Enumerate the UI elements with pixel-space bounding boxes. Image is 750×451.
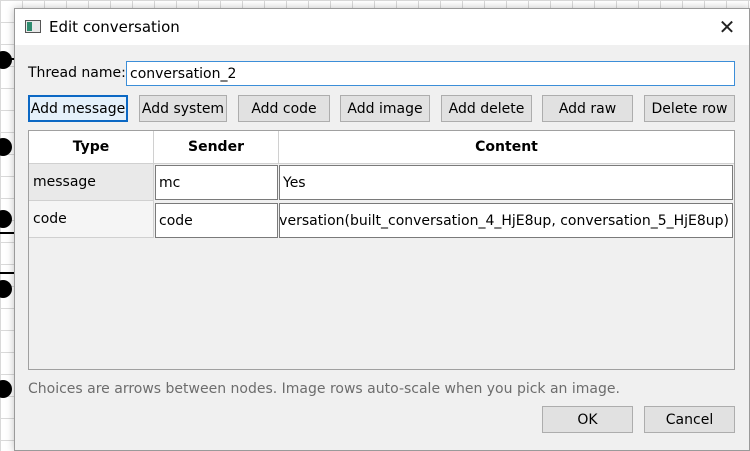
graph-edge — [0, 232, 14, 234]
row-type-cell: code — [29, 201, 154, 238]
graph-node — [0, 51, 12, 69]
add-raw-button[interactable]: Add raw — [542, 95, 633, 122]
graph-node — [0, 380, 12, 398]
row-sender-input[interactable]: mc — [155, 165, 278, 200]
graph-node — [0, 280, 12, 298]
dialog-title: Edit conversation — [49, 18, 180, 36]
help-hint-text: Choices are arrows between nodes. Image … — [28, 381, 620, 397]
cancel-button[interactable]: Cancel — [644, 406, 735, 433]
column-header-sender: Sender — [154, 131, 279, 164]
thread-name-input[interactable] — [126, 61, 735, 86]
add-code-button[interactable]: Add code — [238, 95, 330, 122]
delete-row-button[interactable]: Delete row — [644, 95, 735, 122]
row-content-input[interactable]: Yes — [279, 165, 733, 200]
row-type-cell: message — [29, 164, 154, 201]
row-content-input[interactable]: _conversation(built_conversation_4_HjE8u… — [279, 203, 733, 238]
row-sender-input[interactable]: code — [155, 203, 278, 238]
graph-edge — [0, 58, 14, 60]
graph-edge — [0, 272, 14, 274]
close-button[interactable]: ✕ — [705, 9, 749, 45]
edit-conversation-dialog: Edit conversation ✕ Thread name: Add mes… — [14, 8, 750, 451]
add-image-button[interactable]: Add image — [340, 95, 430, 122]
dialog-titlebar: Edit conversation ✕ — [15, 9, 749, 45]
graph-node — [0, 210, 12, 228]
add-message-button[interactable]: Add message — [28, 95, 128, 122]
conversation-table: Type Sender Content message mc Yes code … — [28, 130, 735, 370]
app-window-icon — [25, 20, 41, 33]
column-header-content: Content — [279, 131, 734, 164]
column-header-type: Type — [29, 131, 154, 164]
ok-button[interactable]: OK — [542, 406, 633, 433]
thread-name-label: Thread name: — [28, 65, 126, 81]
close-icon: ✕ — [718, 15, 736, 39]
graph-node — [0, 138, 12, 156]
add-delete-button[interactable]: Add delete — [441, 95, 532, 122]
add-system-button[interactable]: Add system — [139, 95, 227, 122]
